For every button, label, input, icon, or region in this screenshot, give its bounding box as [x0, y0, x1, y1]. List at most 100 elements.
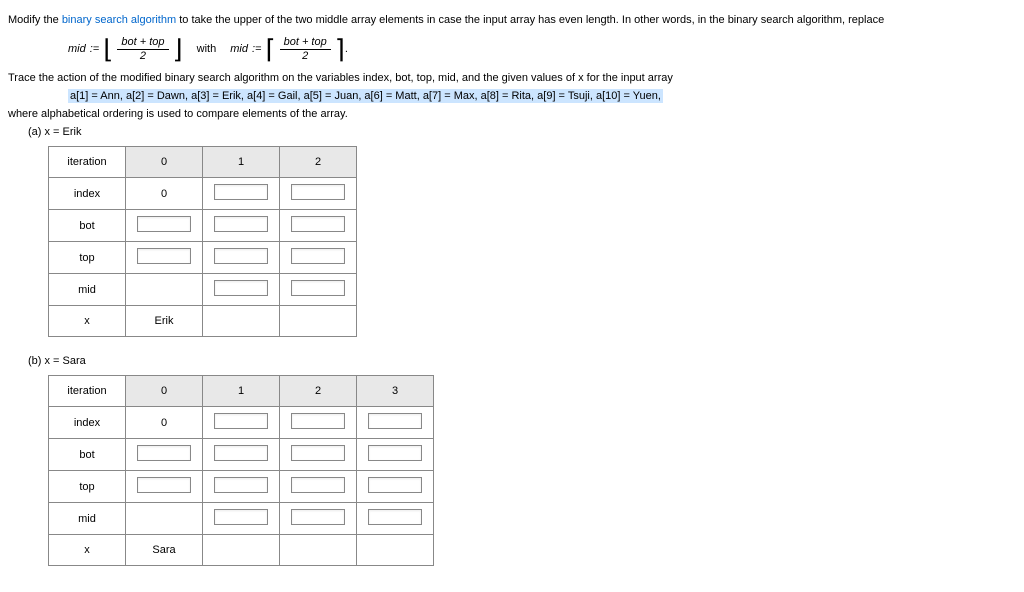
col-a-1: 1: [203, 147, 280, 178]
answer-input[interactable]: [368, 509, 422, 525]
table-row: mid: [49, 503, 434, 535]
ceil-left: ⌈: [265, 36, 275, 62]
row-label-bot: bot: [49, 210, 126, 242]
cell: [203, 306, 280, 337]
problem-content: Modify the binary search algorithm to ta…: [8, 14, 1008, 566]
table-row: index0: [49, 407, 434, 439]
row-label-index: index: [49, 178, 126, 210]
part-b-label: (b) x = Sara: [28, 355, 1008, 367]
row-label-mid: mid: [49, 274, 126, 306]
binary-search-link[interactable]: binary search algorithm: [62, 14, 176, 26]
fraction-ceil: bot + top 2: [280, 36, 331, 61]
formula-assign-1: :=: [90, 43, 99, 55]
answer-input[interactable]: [214, 509, 268, 525]
cell: 0: [126, 407, 203, 439]
array-def-highlight: a[1] = Ann, a[2] = Dawn, a[3] = Erik, a[…: [68, 89, 663, 103]
part-a-label: (a) x = Erik: [28, 126, 1008, 138]
cell: [357, 407, 434, 439]
intro-rest: to take the upper of the two middle arra…: [176, 14, 884, 26]
cell: [126, 503, 203, 535]
cell: [357, 535, 434, 566]
answer-input[interactable]: [291, 280, 345, 296]
cell: [357, 503, 434, 535]
table-row: xErik: [49, 306, 357, 337]
cell: [126, 274, 203, 306]
formula-period: .: [345, 43, 348, 55]
cell: [203, 535, 280, 566]
formula-with: with: [197, 43, 217, 55]
answer-input[interactable]: [137, 216, 191, 232]
cell: [280, 210, 357, 242]
table-row: mid: [49, 274, 357, 306]
table-row: top: [49, 471, 434, 503]
cell: [203, 407, 280, 439]
col-a-2: 2: [280, 147, 357, 178]
table-b: iteration 0 1 2 3 index0bottopmidxSara: [48, 375, 434, 566]
answer-input[interactable]: [214, 248, 268, 264]
row-label-bot: bot: [49, 439, 126, 471]
row-label-x: x: [49, 535, 126, 566]
answer-input[interactable]: [291, 445, 345, 461]
formula-lhs-label: mid: [68, 43, 86, 55]
frac-den-1: 2: [136, 50, 150, 62]
row-label-top: top: [49, 242, 126, 274]
answer-input[interactable]: [137, 477, 191, 493]
table-row: bot: [49, 210, 357, 242]
cell: [203, 242, 280, 274]
cell: [280, 407, 357, 439]
iter-header-b: iteration: [49, 376, 126, 407]
answer-input[interactable]: [137, 445, 191, 461]
answer-input[interactable]: [368, 445, 422, 461]
row-label-mid: mid: [49, 503, 126, 535]
formula-assign-2: :=: [252, 43, 261, 55]
cell: [280, 503, 357, 535]
cell: Sara: [126, 535, 203, 566]
iter-header-a: iteration: [49, 147, 126, 178]
answer-input[interactable]: [214, 280, 268, 296]
answer-input[interactable]: [291, 509, 345, 525]
cell: [280, 439, 357, 471]
answer-input[interactable]: [291, 248, 345, 264]
cell: [203, 439, 280, 471]
cell: Erik: [126, 306, 203, 337]
table-row: bot: [49, 439, 434, 471]
trace-line-2: where alphabetical ordering is used to c…: [8, 108, 1008, 120]
cell: [280, 274, 357, 306]
answer-input[interactable]: [368, 413, 422, 429]
intro-paragraph: Modify the binary search algorithm to ta…: [8, 14, 1008, 26]
ceil-right: ⌉: [335, 36, 345, 62]
cell: [357, 471, 434, 503]
table-row: top: [49, 242, 357, 274]
answer-input[interactable]: [214, 445, 268, 461]
cell: [357, 439, 434, 471]
answer-input[interactable]: [291, 184, 345, 200]
fraction-floor: bot + top 2: [117, 36, 168, 61]
cell: [126, 471, 203, 503]
cell: [126, 242, 203, 274]
cell: [203, 503, 280, 535]
table-b-header-row: iteration 0 1 2 3: [49, 376, 434, 407]
cell: [126, 210, 203, 242]
answer-input[interactable]: [214, 216, 268, 232]
row-label-x: x: [49, 306, 126, 337]
cell: 0: [126, 178, 203, 210]
cell: [280, 471, 357, 503]
trace-line-1: Trace the action of the modified binary …: [8, 72, 1008, 84]
formula-rhs-label: mid: [230, 43, 248, 55]
answer-input[interactable]: [291, 216, 345, 232]
answer-input[interactable]: [368, 477, 422, 493]
answer-input[interactable]: [291, 477, 345, 493]
cell: [203, 210, 280, 242]
answer-input[interactable]: [214, 184, 268, 200]
col-b-2: 2: [280, 376, 357, 407]
answer-input[interactable]: [214, 413, 268, 429]
table-row: xSara: [49, 535, 434, 566]
answer-input[interactable]: [214, 477, 268, 493]
row-label-index: index: [49, 407, 126, 439]
answer-input[interactable]: [137, 248, 191, 264]
floor-right: ⌋: [173, 36, 183, 62]
answer-input[interactable]: [291, 413, 345, 429]
array-definition: a[1] = Ann, a[2] = Dawn, a[3] = Erik, a[…: [68, 90, 1008, 102]
table-a: iteration 0 1 2 index0bottopmidxErik: [48, 146, 357, 337]
table-row: index0: [49, 178, 357, 210]
